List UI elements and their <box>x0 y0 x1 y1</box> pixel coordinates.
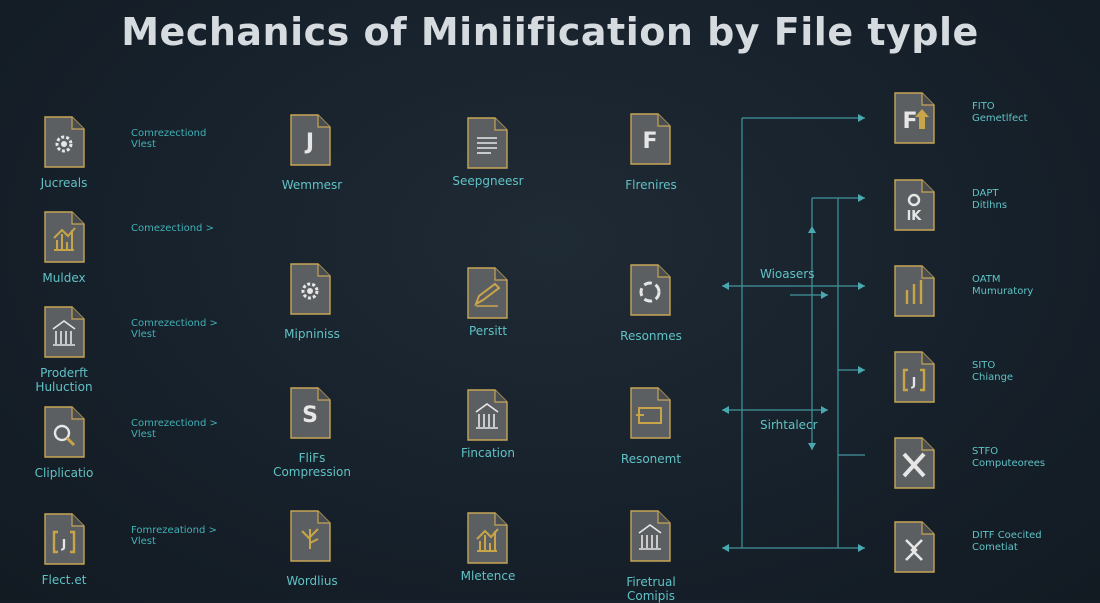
bar-chart-icon <box>42 210 86 264</box>
output-label: FITO <box>972 101 995 112</box>
file-type-label: Cliplicatio <box>34 466 94 480</box>
file-type-label: Persitt <box>468 324 508 338</box>
file-type-label: Seepgneesr <box>452 174 524 188</box>
output-label: Ditlhns <box>972 200 1008 211</box>
file-type-label: Muldex <box>42 271 86 285</box>
process-note: Comezectiond > <box>131 223 214 234</box>
output-label: Mumuratory <box>972 286 1034 297</box>
output-label: Cometiat <box>972 542 1018 553</box>
process-note: Fomrezeationd > <box>131 525 217 536</box>
gear-icon <box>288 262 332 316</box>
file-type-label: Wemmesr <box>281 178 343 192</box>
card-icon <box>628 386 672 440</box>
gear-bug-icon <box>42 115 86 169</box>
output-label: DAPT <box>972 188 999 199</box>
letter-s-icon: S <box>288 386 332 440</box>
svg-text:lK: lK <box>907 209 922 224</box>
file-type-label: Fincation <box>461 446 515 460</box>
arrows-icon <box>892 520 936 574</box>
file-type-label: Jucreals <box>40 176 88 190</box>
process-note: Comrezectiond <box>131 128 207 139</box>
process-note: Comrezectiond > <box>131 418 218 429</box>
tree-icon <box>288 509 332 563</box>
output-label: Chiange <box>972 372 1014 383</box>
file-type-label: Mipniniss <box>284 327 340 341</box>
letter-f-icon: F <box>628 112 672 166</box>
pillars-icon <box>628 509 672 563</box>
file-type-label: Huluction <box>35 380 93 394</box>
x-icon <box>892 436 936 490</box>
process-note: Vlest <box>131 329 156 340</box>
output-label: Computeorees <box>972 458 1046 469</box>
columns-icon <box>465 388 509 442</box>
file-type-label: FliFs <box>298 451 326 465</box>
letter-j-icon: J <box>288 113 332 167</box>
bars-icon <box>892 264 936 318</box>
file-type-label: Compression <box>273 465 351 479</box>
file-type-label: Mletence <box>460 569 516 583</box>
output-label: DITF Coecited <box>972 530 1042 541</box>
output-label: OATM <box>972 274 1001 285</box>
lines-icon <box>465 116 509 170</box>
magnifier-icon <box>42 405 86 459</box>
file-type-label: Resonemt <box>620 452 682 466</box>
chart-letters-icon: lK <box>892 178 936 232</box>
file-type-label: Wordlius <box>286 574 338 588</box>
svg-text:F: F <box>642 129 657 154</box>
svg-text:J: J <box>61 537 66 551</box>
output-label: Gemetlfect <box>972 113 1028 124</box>
file-type-label: Flrenires <box>625 178 677 192</box>
building-icon <box>42 305 86 359</box>
process-note: Vlest <box>131 536 156 547</box>
svg-text:S: S <box>302 403 318 428</box>
output-label: STFO <box>972 446 999 457</box>
f-arrow-icon: F <box>892 91 936 145</box>
svg-text:F: F <box>902 109 917 134</box>
file-type-label: Resonmes <box>620 329 682 343</box>
output-label: SITO <box>972 360 996 371</box>
recycle-icon <box>628 263 672 317</box>
process-note: Comrezectiond > <box>131 318 218 329</box>
file-type-label: Proderft <box>40 366 88 380</box>
process-note: Vlest <box>131 429 156 440</box>
pencil-icon <box>465 266 509 320</box>
upper-flow-label: Wioasers <box>760 267 815 281</box>
file-type-label: Flect.et <box>41 573 87 587</box>
svg-text:J: J <box>304 130 314 155</box>
file-type-label: Comipis <box>627 589 675 603</box>
file-type-label: Firetrual <box>626 575 676 589</box>
bracket-j-icon: J <box>892 350 936 404</box>
bracket-icon: J <box>42 512 86 566</box>
svg-text:J: J <box>911 375 916 389</box>
chart-icon <box>465 511 509 565</box>
process-note: Vlest <box>131 139 156 150</box>
lower-flow-label: Sirhtalecr <box>760 418 818 432</box>
